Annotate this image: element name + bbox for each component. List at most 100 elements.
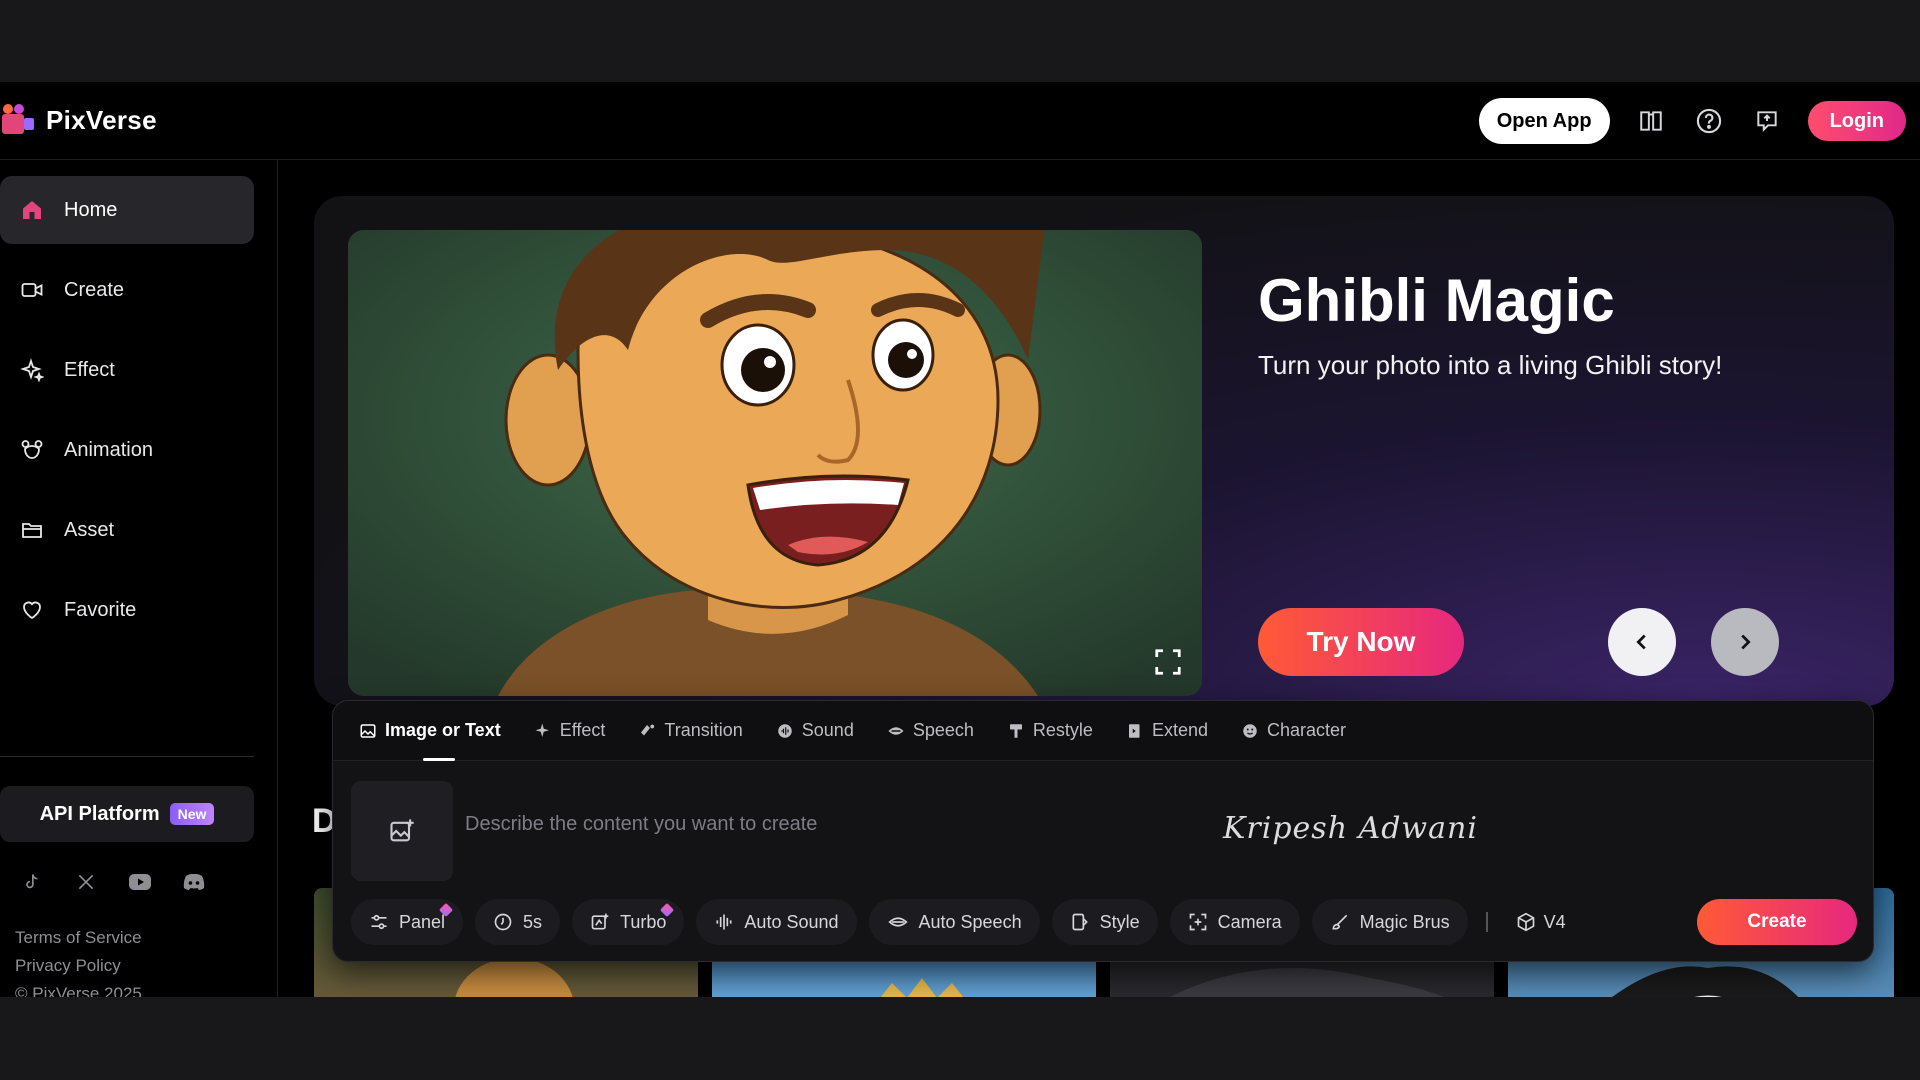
youtube-icon[interactable] — [128, 870, 152, 894]
social-links — [20, 870, 206, 894]
style-label: Style — [1099, 911, 1140, 932]
magic-brush-button[interactable]: Magic Brus — [1311, 899, 1468, 945]
screen-bottom-band — [0, 997, 1920, 1080]
sidebar-item-label: Favorite — [64, 598, 137, 621]
tab-restyle[interactable]: Restyle — [1007, 701, 1093, 761]
fullscreen-icon[interactable] — [1148, 642, 1188, 682]
sidebar-item-label: Animation — [64, 438, 153, 461]
chevron-right-icon — [1741, 634, 1751, 650]
feedback-icon[interactable] — [1750, 104, 1784, 138]
sidebar-item-create[interactable]: Create — [0, 256, 254, 324]
tab-image-or-text[interactable]: Image or Text — [359, 701, 501, 761]
duration-button[interactable]: 5s — [475, 899, 561, 945]
add-image-icon — [390, 819, 414, 842]
tiktok-icon[interactable] — [20, 870, 44, 894]
brand-name: PixVerse — [46, 104, 157, 135]
sound-icon — [778, 723, 792, 738]
sliders-icon — [371, 914, 387, 930]
app-window: PixVerse Open App Login Home Create Effe… — [0, 82, 1920, 997]
x-icon[interactable] — [74, 870, 98, 894]
help-icon[interactable] — [1692, 104, 1726, 138]
footer-links: Terms of Service Privacy Policy © PixVer… — [15, 924, 142, 997]
turbo-icon — [591, 913, 609, 930]
panel-label: Panel — [399, 911, 446, 932]
model-version-button[interactable]: V4 — [1506, 912, 1576, 933]
tab-label: Extend — [1151, 720, 1208, 740]
tab-speech[interactable]: Speech — [887, 701, 974, 761]
create-button[interactable]: Create — [1697, 899, 1857, 945]
waveform-icon — [716, 914, 732, 930]
tab-label: Character — [1266, 720, 1347, 740]
toolbar-separator — [1485, 912, 1488, 932]
tab-label: Restyle — [1032, 720, 1093, 740]
tab-label: Image or Text — [385, 720, 501, 740]
transition-icon — [641, 724, 655, 735]
api-platform-button[interactable]: API Platform New — [0, 786, 254, 842]
camera-focus-icon — [1189, 913, 1206, 931]
try-now-button[interactable]: Try Now — [1258, 608, 1464, 676]
magic-brush-label: Magic Brus — [1359, 911, 1450, 932]
tab-character[interactable]: Character — [1241, 701, 1346, 761]
sidebar-item-asset[interactable]: Asset — [0, 496, 254, 564]
turbo-button[interactable]: Turbo — [572, 899, 685, 945]
sidebar-item-label: Effect — [64, 358, 115, 381]
api-platform-label: API Platform — [39, 802, 160, 825]
brand-logo[interactable]: PixVerse — [0, 102, 157, 138]
top-header: PixVerse Open App Login — [0, 82, 1920, 160]
panel-button[interactable]: Panel — [351, 899, 464, 945]
hero-illustration[interactable] — [348, 230, 1202, 696]
carousel-next-button[interactable] — [1711, 608, 1779, 676]
mouse-ears-icon — [21, 440, 43, 459]
tab-label: Speech — [912, 720, 974, 740]
pixverse-logo-icon — [0, 102, 36, 138]
lips-icon — [887, 917, 908, 927]
sidebar-item-favorite[interactable]: Favorite — [0, 576, 254, 644]
privacy-link[interactable]: Privacy Policy — [15, 952, 142, 980]
auto-sound-button[interactable]: Auto Sound — [696, 899, 857, 945]
watermark-signature: Kripesh Adwani — [1223, 811, 1478, 846]
sidebar-nav: Home Create Effect Animation Asset Favor… — [0, 176, 254, 656]
auto-speech-label: Auto Speech — [918, 911, 1022, 932]
sidebar: Home Create Effect Animation Asset Favor… — [0, 160, 278, 997]
home-icon — [23, 201, 41, 219]
camera-label: Camera — [1217, 911, 1282, 932]
clock-icon — [494, 913, 512, 931]
sidebar-item-animation[interactable]: Animation — [0, 416, 254, 484]
screen-top-band — [0, 0, 1920, 82]
tab-effect[interactable]: Effect — [534, 701, 606, 761]
sidebar-item-home[interactable]: Home — [0, 176, 254, 244]
tab-label: Sound — [801, 720, 854, 740]
sparkle-icon — [535, 723, 549, 737]
paint-roller-icon — [1009, 723, 1022, 738]
hero-title: Ghibli Magic — [1258, 267, 1615, 334]
image-upload-button[interactable] — [351, 781, 453, 881]
open-app-button[interactable]: Open App — [1478, 98, 1610, 144]
turbo-label: Turbo — [620, 911, 667, 932]
sidebar-item-effect[interactable]: Effect — [0, 336, 254, 404]
tab-sound[interactable]: Sound — [776, 701, 854, 761]
sparkle-icon — [20, 358, 44, 382]
prompt-input[interactable] — [465, 813, 1165, 836]
brush-icon — [1332, 914, 1347, 930]
new-badge: New — [169, 803, 215, 825]
hero-subtitle: Turn your photo into a living Ghibli sto… — [1258, 350, 1723, 380]
style-icon — [1072, 913, 1088, 931]
discord-icon[interactable] — [182, 870, 206, 894]
tab-label: Effect — [559, 720, 606, 740]
terms-link[interactable]: Terms of Service — [15, 924, 142, 952]
image-icon — [360, 723, 376, 738]
copyright-text: © PixVerse 2025 — [15, 984, 142, 997]
style-button[interactable]: Style — [1051, 899, 1158, 945]
character-icon — [1243, 723, 1257, 738]
auto-speech-button[interactable]: Auto Speech — [868, 899, 1040, 945]
carousel-prev-button[interactable] — [1608, 608, 1676, 676]
tab-transition[interactable]: Transition — [638, 701, 743, 761]
tab-extend[interactable]: Extend — [1126, 701, 1208, 761]
book-icon[interactable] — [1634, 104, 1668, 138]
folder-icon — [22, 523, 42, 538]
sidebar-item-label: Asset — [64, 518, 115, 541]
login-button[interactable]: Login — [1807, 101, 1906, 141]
tab-label: Transition — [664, 720, 743, 740]
auto-sound-label: Auto Sound — [744, 911, 839, 932]
camera-button[interactable]: Camera — [1169, 899, 1300, 945]
